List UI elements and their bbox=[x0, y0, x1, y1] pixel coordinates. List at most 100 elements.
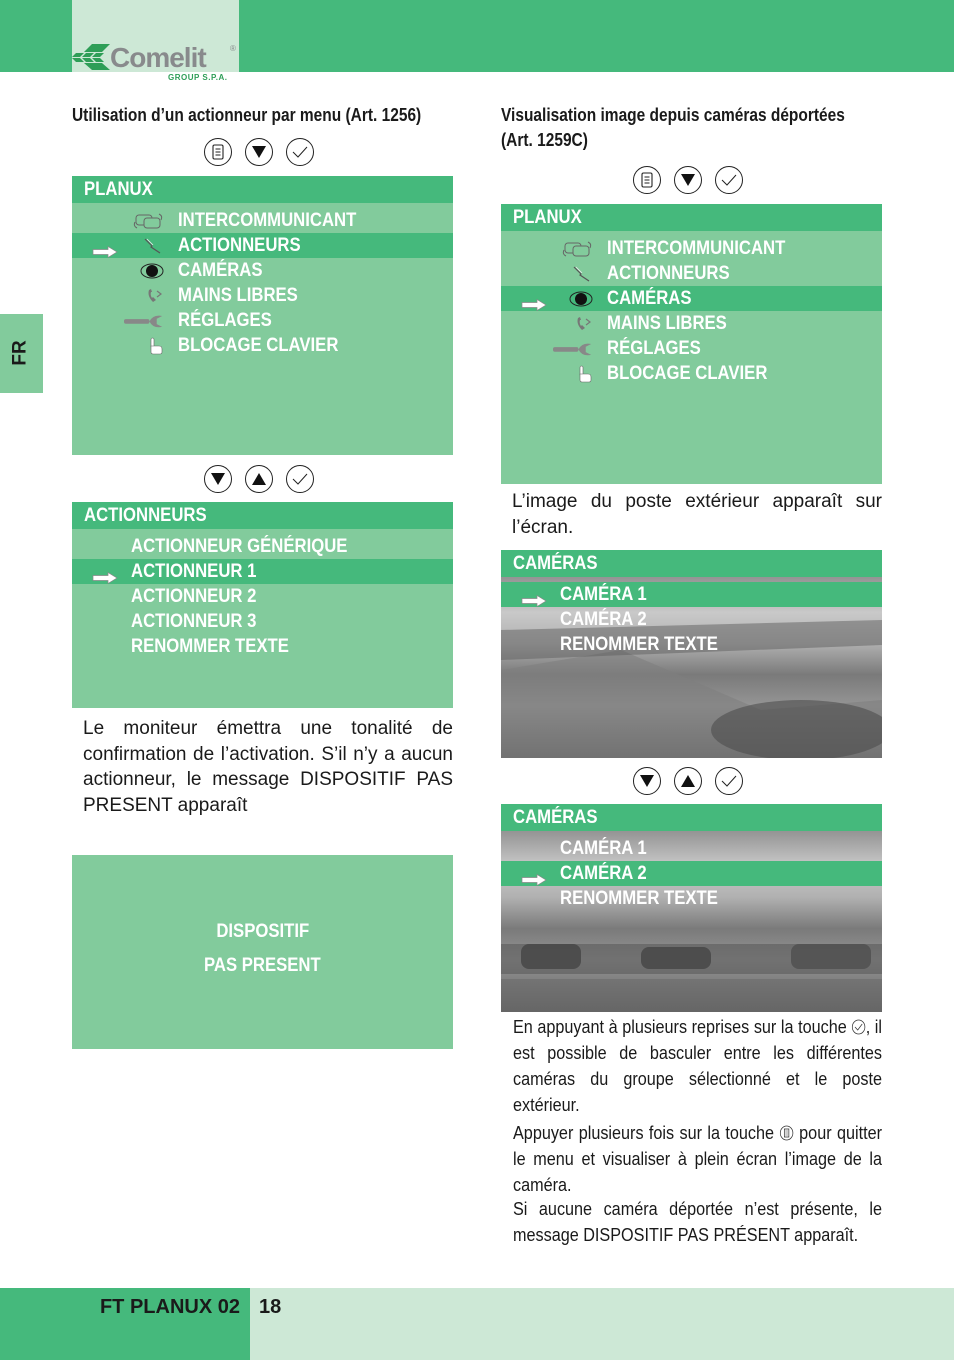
device-not-present-screen: DISPOSITIF PAS PRESENT bbox=[72, 855, 453, 1049]
menu-item-label: RENOMMER TEXTE bbox=[560, 634, 718, 655]
handsfree-phone-icon bbox=[553, 311, 593, 336]
menu-list: ACTIONNEUR GÉNÉRIQUE ACTIONNEUR 1 ACTIONNE… bbox=[72, 534, 453, 659]
down-key-icon bbox=[674, 166, 702, 194]
right-paragraph-2: En appuyant à plusieurs reprises sur la … bbox=[513, 1017, 882, 1115]
menu-item[interactable]: CAMÉRAS bbox=[501, 286, 882, 312]
menu-list: INTERCOMMUNICANT ACTIONNEURS CAMÉRAS MAINS … bbox=[72, 208, 453, 358]
camera-eye-icon bbox=[553, 286, 593, 311]
screen-title: PLANUX bbox=[72, 176, 453, 203]
right-paragraph-4: Si aucune caméra déportée n’est présente… bbox=[513, 1199, 882, 1245]
cameras-screen-1: CAMÉRAS CAMÉRA 1 CAMÉRA 2 RENOMMER TEXTE bbox=[501, 550, 882, 758]
ok-key-icon bbox=[286, 465, 314, 493]
ok-key-icon bbox=[715, 767, 743, 795]
wrench-icon bbox=[553, 336, 593, 361]
actuator-icon bbox=[553, 261, 593, 286]
footer-left: FT PLANUX 02 bbox=[0, 1288, 250, 1360]
comelit-logo: Comelit ® bbox=[72, 42, 242, 74]
menu-item-label: CAMÉRA 1 bbox=[560, 838, 647, 859]
menu-item[interactable]: ACTIONNEURS bbox=[501, 261, 882, 286]
menu-item[interactable]: RÉGLAGES bbox=[72, 308, 453, 333]
planux-menu-screen-2: PLANUX INTERCOMMUNICANT ACTIONNEURS CAMÉRA… bbox=[501, 204, 882, 484]
menu-item-label: BLOCAGE CLAVIER bbox=[178, 335, 339, 356]
menu-item[interactable]: ACTIONNEUR 2 bbox=[72, 584, 453, 609]
menu-item[interactable]: ACTIONNEUR GÉNÉRIQUE bbox=[72, 534, 453, 559]
menu-item-label: BLOCAGE CLAVIER bbox=[607, 363, 768, 384]
menu-item[interactable]: MAINS LIBRES bbox=[501, 311, 882, 336]
down-key-icon bbox=[204, 465, 232, 493]
menu-item-label: CAMÉRA 2 bbox=[560, 863, 647, 884]
intercom-icon bbox=[124, 208, 164, 233]
menu-item[interactable]: RENOMMER TEXTE bbox=[501, 632, 882, 657]
left-heading: Utilisation d’un actionneur par menu (Ar… bbox=[72, 105, 422, 125]
menu-item-label: MAINS LIBRES bbox=[178, 285, 298, 306]
menu-item-label: CAMÉRAS bbox=[178, 260, 263, 281]
screen-title: ACTIONNEURS bbox=[72, 502, 453, 529]
menu-item[interactable]: RENOMMER TEXTE bbox=[72, 634, 453, 659]
page-number: 18 bbox=[259, 1296, 282, 1318]
message-line-1: DISPOSITIF bbox=[216, 921, 309, 942]
camera-eye-icon bbox=[124, 258, 164, 283]
key-sequence-3 bbox=[633, 166, 743, 194]
key-sequence-1 bbox=[204, 138, 314, 166]
menu-item-label: INTERCOMMUNICANT bbox=[607, 238, 786, 259]
up-key-icon bbox=[674, 767, 702, 795]
menu-list: CAMÉRA 1 CAMÉRA 2 RENOMMER TEXTE bbox=[501, 582, 882, 657]
wrench-icon bbox=[124, 308, 164, 333]
menu-item[interactable]: BLOCAGE CLAVIER bbox=[501, 361, 882, 386]
cameras-screen-2: CAMÉRAS CAMÉRA 1 CAMÉRA 2 RENOMMER TEXTE bbox=[501, 804, 882, 1012]
brand-subtitle: GROUP S.P.A. bbox=[168, 73, 228, 82]
menu-key-icon bbox=[633, 166, 661, 194]
menu-item[interactable]: CAMÉRA 2 bbox=[501, 861, 882, 887]
handsfree-phone-icon bbox=[124, 283, 164, 308]
comelit-logo-mark-icon bbox=[72, 44, 110, 70]
menu-item-label: ACTIONNEURS bbox=[607, 263, 730, 284]
selection-arrow-icon bbox=[92, 571, 118, 585]
menu-item-label: ACTIONNEUR 2 bbox=[131, 586, 257, 607]
menu-item-label: RENOMMER TEXTE bbox=[560, 888, 718, 909]
menu-item-label: CAMÉRAS bbox=[607, 288, 692, 309]
menu-item[interactable]: CAMÉRA 2 bbox=[501, 607, 882, 632]
intercom-icon bbox=[553, 236, 593, 261]
screen-title: PLANUX bbox=[501, 204, 882, 231]
language-label: FR bbox=[9, 340, 31, 366]
selection-arrow-icon bbox=[521, 594, 547, 608]
menu-item-label: RÉGLAGES bbox=[178, 310, 272, 331]
language-tab: FR bbox=[0, 314, 43, 393]
menu-item[interactable]: CAMÉRAS bbox=[72, 258, 453, 283]
menu-item-label: ACTIONNEUR GÉNÉRIQUE bbox=[131, 536, 348, 557]
menu-item[interactable]: RENOMMER TEXTE bbox=[501, 886, 882, 911]
menu-item-label: RENOMMER TEXTE bbox=[131, 636, 289, 657]
menu-item[interactable]: BLOCAGE CLAVIER bbox=[72, 333, 453, 358]
menu-item-label: CAMÉRA 1 bbox=[560, 584, 647, 605]
selection-arrow-icon bbox=[521, 873, 547, 887]
menu-item-label: MAINS LIBRES bbox=[607, 313, 727, 334]
ok-key-icon bbox=[286, 138, 314, 166]
actuator-icon bbox=[124, 233, 164, 258]
menu-item[interactable]: MAINS LIBRES bbox=[72, 283, 453, 308]
menu-item[interactable]: INTERCOMMUNICANT bbox=[501, 236, 882, 261]
menu-item-label: ACTIONNEUR 3 bbox=[131, 611, 257, 632]
menu-key-inline-icon bbox=[779, 1123, 794, 1143]
right-paragraph-1: L’image du poste extérieur apparaît sur … bbox=[512, 491, 882, 538]
screen-title: CAMÉRAS bbox=[501, 804, 882, 831]
planux-menu-screen: PLANUX INTERCOMMUNICANT ACTIONNEURS CAMÉRA… bbox=[72, 176, 453, 455]
menu-item[interactable]: CAMÉRA 1 bbox=[501, 582, 882, 608]
menu-item[interactable]: RÉGLAGES bbox=[501, 336, 882, 361]
menu-item[interactable]: CAMÉRA 1 bbox=[501, 836, 882, 861]
menu-item[interactable]: ACTIONNEUR 3 bbox=[72, 609, 453, 634]
registered-mark: ® bbox=[230, 44, 236, 53]
menu-list: CAMÉRA 1 CAMÉRA 2 RENOMMER TEXTE bbox=[501, 836, 882, 911]
menu-item[interactable]: ACTIONNEUR 1 bbox=[72, 559, 453, 585]
footer-right: 18 bbox=[250, 1288, 954, 1360]
key-sequence-2 bbox=[204, 465, 314, 493]
screen-title: CAMÉRAS bbox=[501, 550, 882, 577]
ok-key-icon bbox=[715, 166, 743, 194]
menu-item-label: RÉGLAGES bbox=[607, 338, 701, 359]
brand-name: Comelit bbox=[110, 42, 207, 73]
hand-pointer-icon bbox=[553, 361, 593, 386]
menu-item[interactable]: INTERCOMMUNICANT bbox=[72, 208, 453, 233]
menu-item[interactable]: ACTIONNEURS bbox=[72, 233, 453, 259]
document-title: FT PLANUX 02 bbox=[99, 1296, 240, 1318]
left-paragraph: Le moniteur émettra une tonalité de conf… bbox=[83, 718, 453, 816]
key-sequence-4 bbox=[633, 767, 743, 795]
